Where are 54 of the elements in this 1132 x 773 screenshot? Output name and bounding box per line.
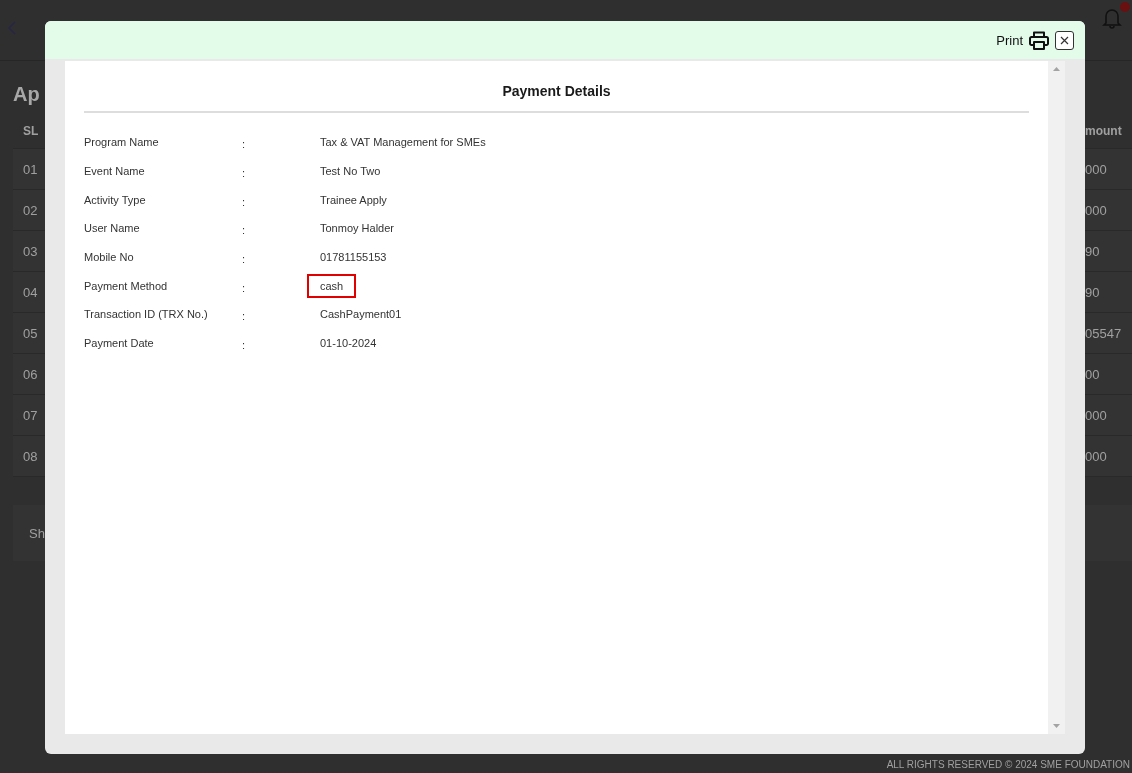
separator: : bbox=[242, 166, 247, 180]
separator: : bbox=[242, 338, 247, 352]
print-button[interactable]: Print bbox=[996, 32, 1023, 48]
table-cell-text: 05547 bbox=[1085, 325, 1123, 341]
footer-text: Sh bbox=[29, 525, 45, 541]
table-cell-text: 04 bbox=[23, 284, 39, 300]
field-label: Payment Method bbox=[84, 279, 169, 292]
field-label: Program Name bbox=[84, 136, 160, 149]
field-label: Mobile No bbox=[84, 251, 135, 264]
printer-icon[interactable] bbox=[1029, 30, 1049, 50]
table-cell-text: 00 bbox=[1085, 366, 1101, 382]
table-cell-text: 000 bbox=[1085, 448, 1108, 464]
table-cell-text: 03 bbox=[23, 243, 39, 259]
table-cell-text: 000 bbox=[1085, 161, 1108, 177]
field-value: Test No Two bbox=[319, 164, 382, 180]
field-value: CashPayment01 bbox=[319, 307, 403, 323]
table-cell-text: 01 bbox=[23, 161, 39, 177]
field-value: cash bbox=[307, 273, 357, 298]
field-label: Event Name bbox=[84, 165, 146, 178]
field-label: Transaction ID (TRX No.) bbox=[84, 308, 209, 321]
table-cell-text: 05 bbox=[23, 325, 39, 341]
field-value: Trainee Apply bbox=[319, 192, 388, 208]
table-cell-text: 07 bbox=[23, 407, 39, 423]
bell-icon[interactable] bbox=[1102, 7, 1122, 29]
field-value: Tax & VAT Management for SMEs bbox=[319, 135, 487, 151]
field-label: Activity Type bbox=[84, 193, 147, 206]
document-title: Payment Details bbox=[84, 83, 1029, 113]
separator: : bbox=[242, 223, 247, 237]
separator: : bbox=[242, 137, 247, 151]
column-header: SL bbox=[23, 124, 40, 138]
table-cell-text: 90 bbox=[1085, 284, 1101, 300]
copyright-text: ALL RIGHTS RESERVED © 2024 SME FOUNDATION bbox=[885, 759, 1131, 772]
table-cell-text: 08 bbox=[23, 448, 39, 464]
field-value: 01781155153 bbox=[319, 250, 388, 266]
separator: : bbox=[242, 309, 247, 323]
table-cell-text: 90 bbox=[1085, 243, 1101, 259]
field-label: User Name bbox=[84, 222, 141, 235]
close-icon[interactable] bbox=[1060, 35, 1069, 45]
field-value: 01-10-2024 bbox=[319, 336, 378, 352]
separator: : bbox=[242, 280, 247, 294]
separator: : bbox=[242, 194, 247, 208]
scrollbar[interactable] bbox=[1048, 61, 1065, 734]
table-cell-text: 06 bbox=[23, 366, 39, 382]
scroll-up-icon[interactable] bbox=[1053, 67, 1060, 71]
separator: : bbox=[242, 252, 247, 266]
table-cell-text: 000 bbox=[1085, 407, 1108, 423]
page-title: Ap bbox=[13, 83, 40, 106]
field-label: Payment Date bbox=[84, 337, 155, 350]
table-cell-text: 02 bbox=[23, 202, 39, 218]
scroll-down-icon[interactable] bbox=[1053, 724, 1060, 728]
field-value: Tonmoy Halder bbox=[319, 221, 395, 237]
column-header: mount bbox=[1085, 124, 1123, 138]
close-button[interactable] bbox=[1055, 30, 1074, 50]
table-cell-text: 000 bbox=[1085, 202, 1108, 218]
